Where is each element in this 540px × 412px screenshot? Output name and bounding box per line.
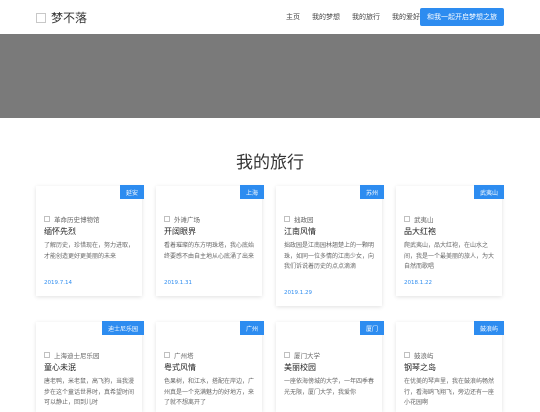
location-icon [164, 216, 170, 222]
location-icon [284, 352, 290, 358]
location-text: 武夷山 [414, 216, 434, 224]
card-description: 在优美的琴声里，我在鼓浪屿畅然行，看海鸥飞翔飞，旁边还有一座小花园啊 [404, 378, 495, 406]
location-icon [404, 352, 410, 358]
location-icon [404, 216, 410, 222]
site-header: 梦不落 主页 我的梦想 我的旅行 我的爱好 和我一起开启梦想之旅 [0, 0, 540, 34]
card-description: 拙政园是江南园林翘楚上的一颗明珠，如同一位多情的江南少女，向我们诉说着历史的点点… [284, 242, 375, 270]
card-location: 革命历史博物馆 [44, 214, 100, 224]
city-tag: 苏州 [359, 185, 384, 199]
card-description: 一座依海傍城的大学，一年四季春光无限，厦门大学，我爱你 [284, 378, 375, 396]
card-date: 2019.1.29 [284, 290, 312, 296]
city-tag: 广州 [239, 321, 264, 335]
card-location: 拙政园 [284, 214, 314, 224]
card-location: 厦门大学 [284, 350, 320, 360]
card-description: 了解历史，珍惜现在，努力进取，才能创造更好更美丽的未来 [44, 242, 135, 260]
card-date: 2018.1.22 [404, 280, 432, 286]
card-location: 广州塔 [164, 350, 194, 360]
card-title: 美丽校园 [284, 363, 316, 372]
travel-card[interactable]: 迪士尼乐园 上海迪士尼乐园 童心未泯 唐老鸭，米老鼠，高飞狗，当我漫步在这个童话… [36, 321, 144, 412]
location-text: 厦门大学 [294, 352, 320, 360]
location-icon [164, 352, 170, 358]
travel-card[interactable]: 上海 外滩广场 开阔眼界 看着璀璨的东方明珠塔，我心底始终要感不由自主地从心底涌… [156, 185, 264, 296]
card-description: 唐老鸭，米老鼠，高飞狗，当我漫步在这个童话世界时，真希望时间可以静止，回到儿时 [44, 378, 135, 406]
travel-card[interactable]: 苏州 拙政园 江南风情 拙政园是江南园林翘楚上的一颗明珠，如同一位多情的江南少女… [276, 185, 384, 306]
location-text: 广州塔 [174, 352, 194, 360]
location-icon [44, 216, 50, 222]
card-title: 缅怀先烈 [44, 227, 76, 236]
start-journey-button[interactable]: 和我一起开启梦想之旅 [420, 8, 504, 26]
location-text: 革命历史博物馆 [54, 216, 100, 224]
location-text: 拙政园 [294, 216, 314, 224]
travel-card[interactable]: 延安 革命历史博物馆 缅怀先烈 了解历史，珍惜现在，努力进取，才能创造更好更美丽… [36, 185, 144, 296]
brand[interactable]: 梦不落 [36, 9, 87, 26]
card-title: 钢琴之岛 [404, 363, 436, 372]
card-location: 武夷山 [404, 214, 434, 224]
nav-item-home[interactable]: 主页 [286, 12, 300, 22]
city-tag: 厦门 [359, 321, 384, 335]
city-tag: 延安 [119, 185, 144, 199]
card-title: 童心未泯 [44, 363, 76, 372]
card-date: 2019.7.14 [44, 280, 72, 286]
nav-item-hobbies[interactable]: 我的爱好 [392, 12, 420, 22]
location-text: 鼓浪屿 [414, 352, 434, 360]
card-location: 上海迪士尼乐园 [44, 350, 100, 360]
card-location: 外滩广场 [164, 214, 200, 224]
card-description: 色果树，和江水，搭配在岸边，广州真是一个充满魅力的好地方，来了就不想离开了 [164, 378, 255, 406]
city-tag: 武夷山 [473, 185, 504, 199]
card-date: 2019.1.31 [164, 280, 192, 286]
travel-card[interactable]: 广州 广州塔 粤式风情 色果树，和江水，搭配在岸边，广州真是一个充满魅力的好地方… [156, 321, 264, 412]
hero-banner [0, 34, 540, 118]
nav-item-dreams[interactable]: 我的梦想 [312, 12, 340, 22]
section-title: 我的旅行 [236, 153, 304, 173]
location-text: 外滩广场 [174, 216, 200, 224]
card-location: 鼓浪屿 [404, 350, 434, 360]
card-description: 看着璀璨的东方明珠塔，我心底始终要感不由自主地从心底涌了出来 [164, 242, 255, 260]
travel-card[interactable]: 武夷山 武夷山 品大红袍 爬武夷山，品大红袍，在山水之间，我是一个最美丽的旅人，… [396, 185, 504, 296]
brand-name: 梦不落 [51, 11, 88, 25]
travel-card[interactable]: 鼓浪屿 鼓浪屿 钢琴之岛 在优美的琴声里，我在鼓浪屿畅然行，看海鸥飞翔飞，旁边还… [396, 321, 504, 412]
city-tag: 上海 [239, 185, 264, 199]
card-title: 品大红袍 [404, 227, 436, 236]
location-icon [44, 352, 50, 358]
nav-item-travels[interactable]: 我的旅行 [352, 12, 380, 22]
location-icon [284, 216, 290, 222]
city-tag: 迪士尼乐园 [101, 321, 144, 335]
card-title: 开阔眼界 [164, 227, 196, 236]
card-title: 江南风情 [284, 227, 316, 236]
main-nav: 主页 我的梦想 我的旅行 我的爱好 [286, 12, 432, 22]
logo-icon [36, 12, 46, 23]
city-tag: 鼓浪屿 [473, 321, 504, 335]
travel-card[interactable]: 厦门 厦门大学 美丽校园 一座依海傍城的大学，一年四季春光无限，厦门大学，我爱你 [276, 321, 384, 412]
card-description: 爬武夷山，品大红袍，在山水之间，我是一个最美丽的旅人，为大自然而歌唱 [404, 242, 495, 270]
location-text: 上海迪士尼乐园 [54, 352, 100, 360]
card-title: 粤式风情 [164, 363, 196, 372]
